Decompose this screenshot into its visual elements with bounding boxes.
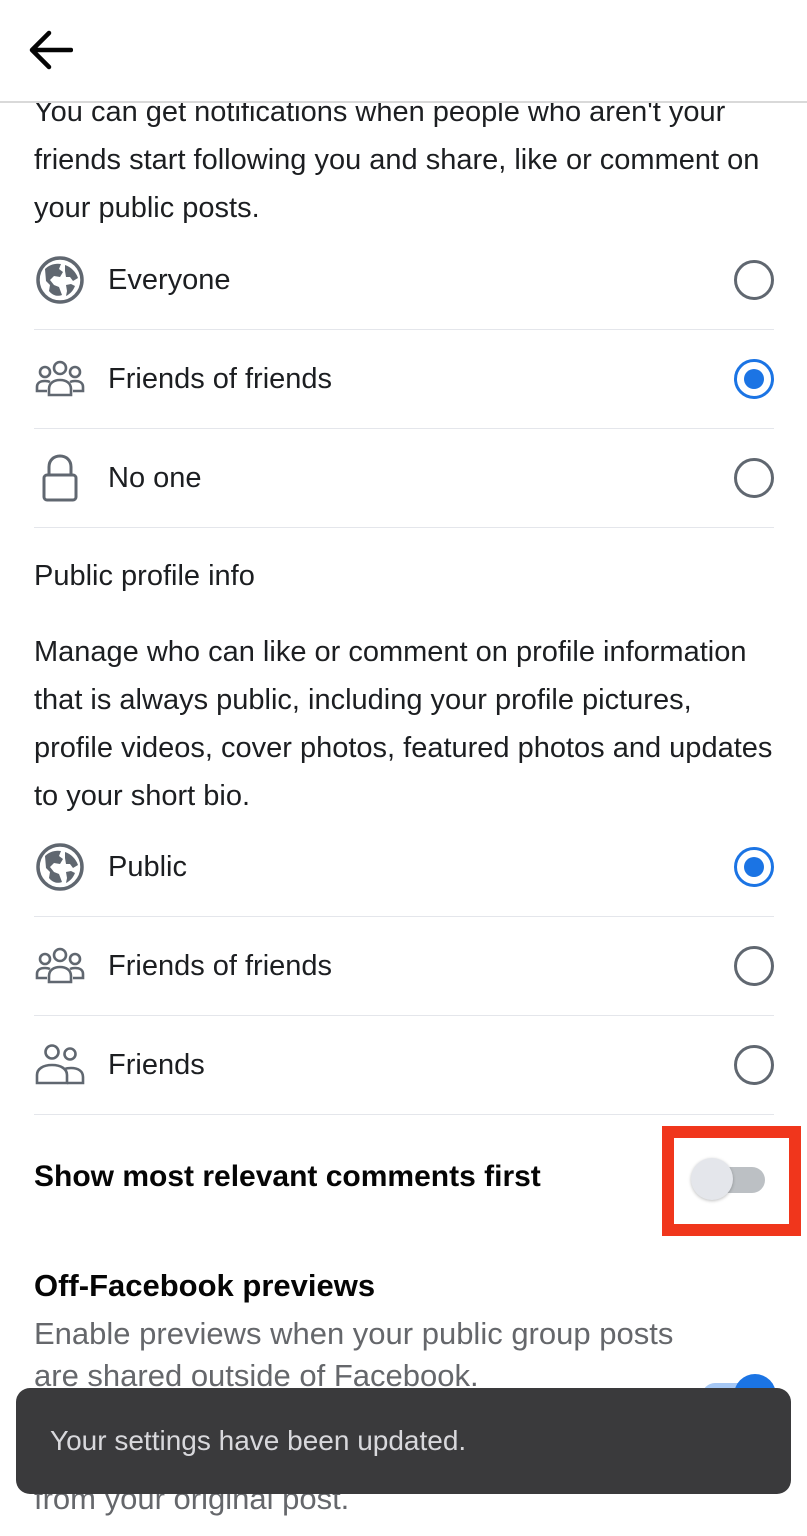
option-label: Friends	[108, 1048, 205, 1081]
public-profile-info-title: Public profile info	[34, 560, 255, 592]
option-everyone[interactable]: Everyone	[34, 231, 774, 330]
radio-friends-of-friends-profile[interactable]	[734, 946, 774, 986]
radio-friends[interactable]	[734, 1045, 774, 1085]
option-label: Friends of friends	[108, 949, 333, 982]
option-label: Everyone	[108, 263, 231, 296]
option-public[interactable]: Public	[34, 818, 774, 917]
option-friends-of-friends-profile[interactable]: Friends of friends	[34, 917, 774, 1016]
arrow-left-icon	[29, 30, 73, 70]
globe-icon	[34, 841, 86, 893]
lock-icon	[34, 452, 86, 504]
followers-description: You can get notifications when people wh…	[34, 96, 760, 224]
relevant-comments-title: Show most relevant comments first	[34, 1160, 541, 1193]
option-label: Friends of friends	[108, 362, 333, 395]
globe-icon	[34, 254, 86, 306]
public-profile-info-description: Manage who can like or comment on profil…	[34, 636, 773, 812]
radio-friends-of-friends[interactable]	[734, 359, 774, 399]
off-facebook-previews-description: Enable previews when your public group p…	[34, 1316, 674, 1393]
option-friends[interactable]: Friends	[34, 1016, 774, 1115]
option-no-one[interactable]: No one	[34, 429, 774, 528]
option-friends-of-friends[interactable]: Friends of friends	[34, 330, 774, 429]
radio-no-one[interactable]	[734, 458, 774, 498]
radio-public[interactable]	[734, 847, 774, 887]
option-label: Public	[108, 850, 187, 883]
friends-icon	[34, 1039, 86, 1091]
relevant-comments-toggle[interactable]	[691, 1158, 767, 1202]
friends-of-friends-icon	[34, 940, 86, 992]
radio-everyone[interactable]	[734, 260, 774, 300]
off-facebook-previews-title: Off-Facebook previews	[34, 1268, 376, 1303]
back-button[interactable]	[24, 26, 76, 74]
toggle-thumb	[691, 1158, 733, 1200]
snackbar-message: Your settings have been updated.	[50, 1425, 467, 1456]
top-bar	[0, 0, 807, 103]
snackbar: Your settings have been updated.	[16, 1388, 791, 1494]
friends-of-friends-icon	[34, 353, 86, 405]
option-label: No one	[108, 461, 202, 494]
